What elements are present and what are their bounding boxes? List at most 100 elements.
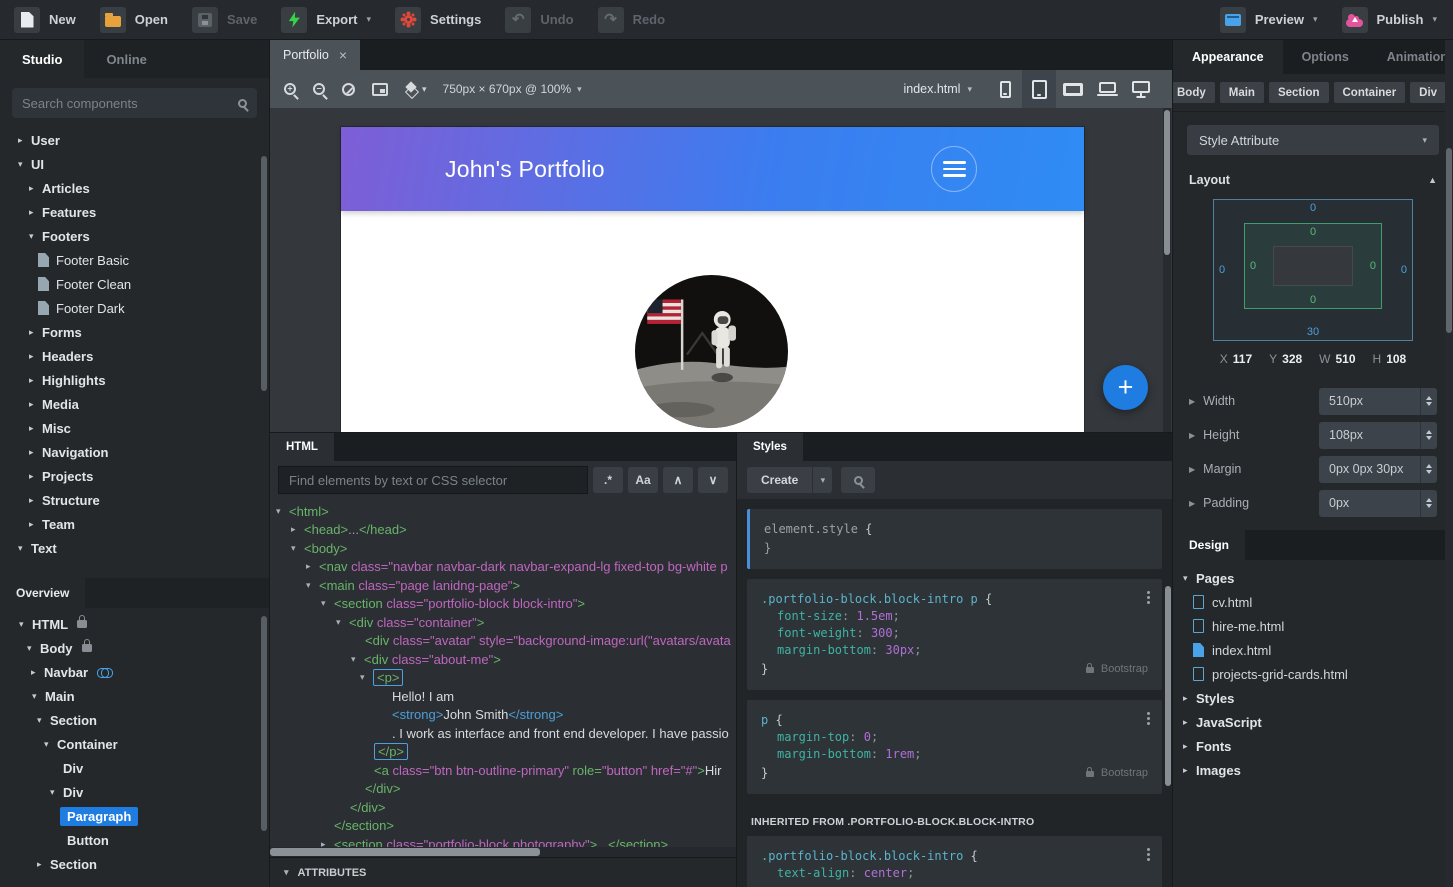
overview-tree-item[interactable]: ▾ Body [0, 636, 269, 660]
html-code-line[interactable]: <a class="btn btn-outline-primary" role=… [270, 761, 736, 780]
tree-arrow-icon[interactable]: ▾ [291, 543, 304, 554]
tree-arrow-icon[interactable]: ▸ [29, 495, 42, 506]
component-tree-item[interactable]: ▾ Footers [0, 224, 269, 248]
preview-navbar[interactable]: John's Portfolio [341, 127, 1084, 211]
device-button[interactable] [988, 70, 1022, 108]
tree-arrow-icon[interactable]: ▾ [306, 580, 319, 591]
component-tree-item[interactable]: ▸ Headers [0, 344, 269, 368]
padding-right-value[interactable]: 0 [1370, 260, 1376, 272]
tree-arrow-icon[interactable]: ▸ [29, 327, 42, 338]
find-option-button[interactable]: .* [593, 467, 623, 493]
triangle-right-icon[interactable]: ▶ [1189, 499, 1195, 508]
design-tree-item[interactable]: projects-grid-cards.html [1173, 662, 1453, 686]
canvas-tool-button[interactable]: ▾ [372, 82, 388, 96]
inspector-scrollbar-thumb[interactable] [1446, 148, 1452, 333]
overview-tree-item[interactable]: ▾ Div [0, 780, 269, 804]
field-value[interactable]: 510px [1319, 394, 1420, 408]
canvas-tool-button[interactable]: ▾ [313, 83, 325, 95]
overview-tree-item[interactable]: Paragraph [0, 804, 269, 828]
component-tree-item[interactable]: Footer Basic [0, 248, 269, 272]
tree-arrow-icon[interactable]: ▾ [18, 159, 31, 170]
html-code-line[interactable]: ▾ <main class="page lanidng-page"> [270, 576, 736, 595]
field-input[interactable]: 0px [1319, 489, 1437, 517]
value-stepper[interactable] [1420, 387, 1437, 415]
breadcrumb-item[interactable]: Div [1410, 82, 1447, 103]
tab-html[interactable]: HTML [270, 433, 334, 461]
device-button[interactable] [1056, 70, 1090, 108]
tree-arrow-icon[interactable]: ▸ [29, 399, 42, 410]
padding-left-value[interactable]: 0 [1250, 260, 1256, 272]
tree-arrow-icon[interactable]: ▸ [1183, 717, 1196, 728]
html-code-line[interactable]: ▾ <html> [270, 502, 736, 521]
overview-tree-item[interactable]: ▾ Container [0, 732, 269, 756]
design-tree-item[interactable]: ▸ JavaScript [1173, 710, 1453, 734]
canvas-scrollbar[interactable] [1163, 108, 1171, 432]
styles-scrollbar-thumb[interactable] [1165, 586, 1171, 786]
find-option-button[interactable]: Aa [628, 467, 658, 493]
padding-box[interactable]: 0 0 0 0 [1244, 223, 1382, 309]
design-tree-item[interactable]: hire-me.html [1173, 614, 1453, 638]
kebab-menu-icon[interactable] [1147, 712, 1150, 715]
components-search-input[interactable] [22, 95, 230, 111]
component-tree-item[interactable]: ▸ Misc [0, 416, 269, 440]
html-code-line[interactable]: ▾ <p> [270, 669, 736, 688]
triangle-right-icon[interactable]: ▶ [1189, 397, 1195, 406]
tree-arrow-icon[interactable]: ▾ [50, 787, 63, 798]
triangle-right-icon[interactable]: ▶ [1189, 431, 1195, 440]
tree-arrow-icon[interactable]: ▸ [29, 471, 42, 482]
tree-arrow-icon[interactable]: ▸ [29, 183, 42, 194]
field-input[interactable]: 0px 0px 30px [1319, 455, 1437, 483]
tree-arrow-icon[interactable]: ▾ [19, 619, 32, 630]
margin-left-value[interactable]: 0 [1219, 264, 1225, 276]
kebab-menu-icon[interactable] [1147, 591, 1150, 594]
breadcrumb-item[interactable]: Body [1173, 82, 1215, 103]
padding-bottom-value[interactable]: 0 [1310, 294, 1316, 306]
overview-tree-item[interactable]: ▸ Navbar [0, 660, 269, 684]
padding-top-value[interactable]: 0 [1310, 226, 1316, 238]
find-option-button[interactable]: ∨ [698, 467, 728, 493]
canvas-scrollbar-thumb[interactable] [1164, 110, 1170, 255]
tab-studio[interactable]: Studio [0, 40, 85, 78]
tree-arrow-icon[interactable]: ▾ [351, 654, 364, 665]
tab-portfolio[interactable]: Portfolio × [270, 40, 361, 70]
tree-arrow-icon[interactable]: ▸ [29, 519, 42, 530]
html-code-line[interactable]: ▸ <head>...</head> [270, 521, 736, 540]
triangle-right-icon[interactable]: ▶ [1189, 465, 1195, 474]
tree-arrow-icon[interactable]: ▾ [44, 739, 57, 750]
tree-arrow-icon[interactable]: ▾ [37, 715, 50, 726]
overview-tree-item[interactable]: ▾ Section [0, 708, 269, 732]
html-code-line[interactable]: ▸ <nav class="navbar navbar-dark navbar-… [270, 558, 736, 577]
toolbar-button[interactable]: Export ▾ [277, 4, 377, 36]
component-tree-item[interactable]: ▸ Articles [0, 176, 269, 200]
components-search-box[interactable] [12, 88, 257, 118]
toolbar-button[interactable]: Undo ▾ [501, 4, 579, 36]
breadcrumb-item[interactable]: Container [1333, 82, 1406, 103]
html-code-line[interactable]: ▸ <section class="portfolio-block photog… [270, 835, 736, 847]
layout-section-header[interactable]: Layout ▲ [1173, 165, 1453, 191]
tree-arrow-icon[interactable]: ▸ [321, 839, 334, 847]
tab-appearance[interactable]: Appearance [1173, 40, 1283, 74]
tree-arrow-icon[interactable]: ▸ [291, 524, 304, 535]
margin-top-value[interactable]: 0 [1310, 202, 1316, 214]
toolbar-button[interactable]: Settings ▾ [391, 4, 487, 36]
overview-tree-item[interactable]: ▾ Main [0, 684, 269, 708]
toolbar-button[interactable]: Publish ▾ [1338, 4, 1443, 36]
html-code-line[interactable]: </p> [270, 743, 736, 762]
overview-scrollbar-thumb[interactable] [261, 616, 267, 831]
html-code-line[interactable]: ▾ <section class="portfolio-block block-… [270, 595, 736, 614]
device-button[interactable] [1090, 70, 1124, 108]
tree-arrow-icon[interactable]: ▸ [306, 561, 319, 572]
design-tree-item[interactable]: ▸ Images [1173, 758, 1453, 782]
close-icon[interactable]: × [339, 48, 347, 62]
html-code-line[interactable]: ▾ <body> [270, 539, 736, 558]
component-tree-item[interactable]: ▸ Highlights [0, 368, 269, 392]
kebab-menu-icon[interactable] [1147, 848, 1150, 851]
field-label[interactable]: ▶ Width [1189, 394, 1235, 408]
canvas-tool-button[interactable]: ▾ [284, 83, 296, 95]
components-scrollbar-thumb[interactable] [261, 156, 267, 391]
box-model-diagram[interactable]: 0 30 0 0 0 0 0 0 [1213, 199, 1413, 341]
search-styles-button[interactable] [841, 467, 876, 493]
html-code-line[interactable]: </div> [270, 798, 736, 817]
field-label[interactable]: ▶ Padding [1189, 496, 1249, 510]
chevron-down-icon[interactable]: ▾ [812, 467, 833, 493]
